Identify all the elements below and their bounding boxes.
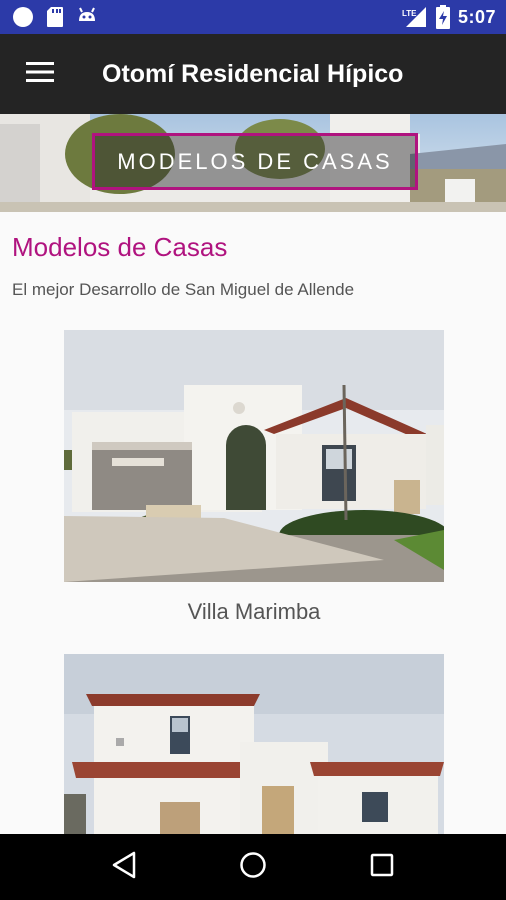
house-card[interactable]	[64, 654, 444, 834]
status-left-icons	[12, 6, 98, 28]
home-button[interactable]	[223, 837, 283, 897]
recents-square-icon	[370, 853, 394, 882]
app-bar: Otomí Residencial Hípico	[0, 34, 506, 114]
lte-signal-icon: LTE	[402, 5, 428, 29]
house-photo-villa-marimba[interactable]	[64, 330, 444, 582]
menu-button[interactable]	[0, 34, 80, 114]
home-circle-icon	[239, 851, 267, 884]
battery-charging-icon	[435, 5, 450, 29]
banner-label-box: MODELOS DE CASAS	[92, 133, 418, 190]
banner-title: MODELOS DE CASAS	[117, 148, 393, 174]
status-right-icons: LTE 5:07	[402, 5, 496, 29]
svg-text:LTE: LTE	[402, 9, 417, 18]
back-triangle-icon	[111, 851, 137, 884]
hamburger-menu-icon	[26, 61, 54, 87]
status-time: 5:07	[457, 6, 496, 27]
header-banner: MODELOS DE CASAS	[0, 114, 506, 212]
house-photo[interactable]	[64, 654, 444, 834]
recents-button[interactable]	[352, 837, 412, 897]
system-nav-bar	[0, 834, 506, 900]
sd-card-icon	[46, 6, 64, 28]
circle-notification-icon	[12, 6, 34, 28]
page-subtitle: El mejor Desarrollo de San Miguel de All…	[12, 280, 355, 299]
status-bar: LTE 5:07	[0, 0, 506, 34]
page-title: Modelos de Casas	[12, 232, 228, 262]
app-title: Otomí Residencial Hípico	[102, 59, 404, 88]
house-card[interactable]: Villa Marimba	[64, 330, 444, 625]
main-content[interactable]: Modelos de Casas El mejor Desarrollo de …	[0, 212, 506, 834]
back-button[interactable]	[94, 837, 154, 897]
house-name: Villa Marimba	[187, 599, 321, 624]
android-icon	[76, 7, 98, 27]
